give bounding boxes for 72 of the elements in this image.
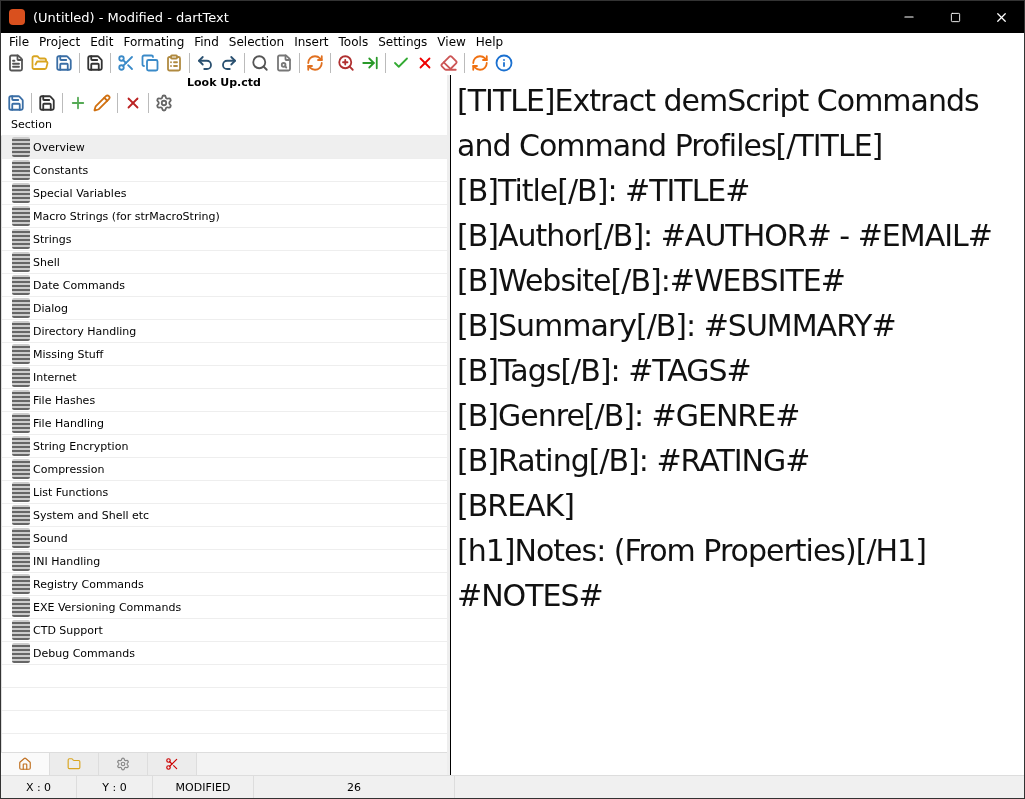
menu-item[interactable]: Find — [189, 35, 224, 49]
copy-icon — [141, 54, 159, 72]
zoom-button[interactable] — [335, 52, 357, 74]
editor-line: [B]Author[/B]: #AUTHOR# - #EMAIL# — [457, 217, 993, 255]
status-text: X : 0 — [1, 776, 77, 798]
status-text: Y : 0 — [77, 776, 153, 798]
eraser-icon — [440, 54, 458, 72]
editor-line: [B]Genre[/B]: #GENRE# — [457, 397, 801, 435]
status-text: MODIFIED — [153, 776, 254, 798]
editor-line: and Command Profiles[/TITLE] — [457, 127, 884, 165]
editor-line: [B]Title[/B]: #TITLE# — [457, 172, 751, 210]
editor-line: [B]Summary[/B]: #SUMMARY# — [457, 307, 897, 345]
panel-tab[interactable] — [99, 753, 148, 775]
eraser-button[interactable] — [438, 52, 460, 74]
menu-item[interactable]: Selection — [223, 35, 290, 49]
save-icon — [7, 94, 25, 112]
save-as-button[interactable] — [84, 52, 106, 74]
search-icon — [251, 54, 269, 72]
folder-icon — [67, 757, 81, 771]
new-file-icon — [7, 54, 25, 72]
editor-line: [B]Tags[/B]: #TAGS# — [457, 352, 752, 390]
edit-button[interactable] — [91, 92, 113, 114]
refresh-icon — [471, 54, 489, 72]
status-text: 26 — [254, 776, 455, 798]
menu-item[interactable]: Settings — [373, 35, 433, 49]
editor-line: [TITLE]Extract demScript Commands — [457, 82, 980, 120]
editor-line: [BREAK] — [457, 487, 575, 525]
menu-item[interactable]: Formating — [118, 35, 190, 49]
menu-item[interactable]: Help — [470, 35, 509, 49]
maximize-icon — [949, 11, 961, 23]
info-button[interactable] — [493, 52, 515, 74]
menu-item[interactable]: File — [4, 35, 35, 49]
menu-item[interactable]: Tools — [333, 35, 374, 49]
save-button[interactable] — [53, 52, 75, 74]
menu-item[interactable]: Project — [34, 35, 86, 49]
save-icon — [55, 54, 73, 72]
editor-line: [B]Website[/B]:#WEBSITE# — [457, 262, 846, 300]
menu-item[interactable]: Insert — [289, 35, 334, 49]
menu-item[interactable]: Edit — [85, 35, 119, 49]
project-title: Look Up.ctd — [186, 75, 262, 91]
panel-tab[interactable] — [1, 753, 50, 775]
app-icon — [9, 9, 25, 25]
save-as-button[interactable] — [36, 92, 58, 114]
cut-icon — [165, 757, 179, 771]
save-as-icon — [86, 54, 104, 72]
menu-item[interactable]: View — [432, 35, 471, 49]
folder-icon — [31, 54, 49, 72]
goto-arrow-icon — [361, 54, 379, 72]
section-item[interactable]: Overview — [2, 136, 447, 159]
zoom-icon — [337, 54, 355, 72]
cut-icon — [117, 54, 135, 72]
add-icon — [69, 94, 87, 112]
find-in-file-icon — [275, 54, 293, 72]
copy-button[interactable] — [139, 52, 161, 74]
editor-line: #NOTES# — [457, 577, 604, 615]
editor-line: [h1]Notes: (From Properties)[/H1] — [457, 532, 927, 570]
undo-icon — [196, 54, 214, 72]
editor-line: [B]Rating[/B]: #RATING# — [457, 442, 811, 480]
search-button[interactable] — [249, 52, 271, 74]
window-title: (Untitled) - Modified - dartText — [33, 9, 230, 25]
settings-icon — [116, 757, 130, 771]
paste-icon — [165, 54, 183, 72]
panel-tab[interactable] — [148, 753, 197, 775]
home-icon — [18, 757, 32, 771]
save-button[interactable] — [5, 92, 27, 114]
settings-button[interactable] — [153, 92, 175, 114]
redo-icon — [220, 54, 238, 72]
info-icon — [495, 54, 513, 72]
settings-icon — [155, 94, 173, 112]
edit-icon — [93, 94, 111, 112]
save-as-icon — [38, 94, 56, 112]
refresh-button[interactable] — [469, 52, 491, 74]
